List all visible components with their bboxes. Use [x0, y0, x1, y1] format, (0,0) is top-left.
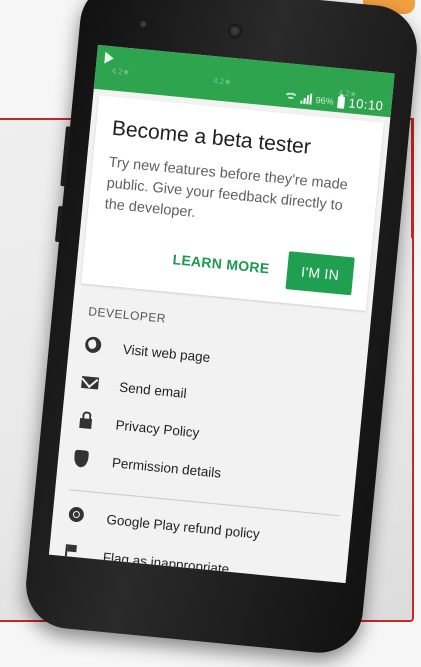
visit-web-page-label: Visit web page — [122, 341, 211, 365]
flag-icon — [65, 544, 77, 559]
send-email-label: Send email — [118, 379, 188, 401]
faint-rating-left: 4.2★ — [111, 66, 131, 78]
faint-rating-mid: 4.2★ — [212, 76, 232, 87]
signal-icon — [300, 93, 313, 105]
lock-icon — [79, 417, 93, 430]
phone-screen: 4.2★ 4.2★ 4.2★ 96% 10:10 Become a beta t… — [48, 44, 395, 584]
globe-icon — [84, 336, 102, 354]
mail-icon — [81, 375, 100, 390]
sensor-dot — [139, 20, 147, 28]
refund-icon — [68, 506, 85, 523]
beta-card-description: Try new features before they're made pub… — [103, 154, 349, 222]
play-store-icon — [104, 51, 115, 65]
battery-icon — [337, 95, 346, 109]
privacy-policy-label: Privacy Policy — [114, 416, 201, 440]
im-in-button[interactable]: I'M IN — [285, 251, 355, 296]
beta-card-actions: LEARN MORE I'M IN — [98, 233, 355, 296]
front-camera — [227, 23, 243, 39]
refund-policy-label: Google Play refund policy — [105, 511, 261, 542]
battery-percent: 96% — [315, 94, 335, 107]
permission-details-label: Permission details — [111, 454, 222, 481]
beta-tester-card: Become a beta tester Try new features be… — [81, 95, 384, 311]
learn-more-button[interactable]: LEARN MORE — [172, 251, 270, 276]
shield-icon — [73, 449, 90, 468]
status-indicators: 96% 10:10 — [283, 89, 385, 114]
phone-body: 4.2★ 4.2★ 4.2★ 96% 10:10 Become a beta t… — [22, 0, 421, 657]
phone-device: 4.2★ 4.2★ 4.2★ 96% 10:10 Become a beta t… — [21, 0, 421, 667]
flag-inappropriate-label: Flag as inappropriate — [102, 549, 230, 577]
clock: 10:10 — [347, 95, 385, 114]
wifi-icon — [283, 91, 299, 103]
